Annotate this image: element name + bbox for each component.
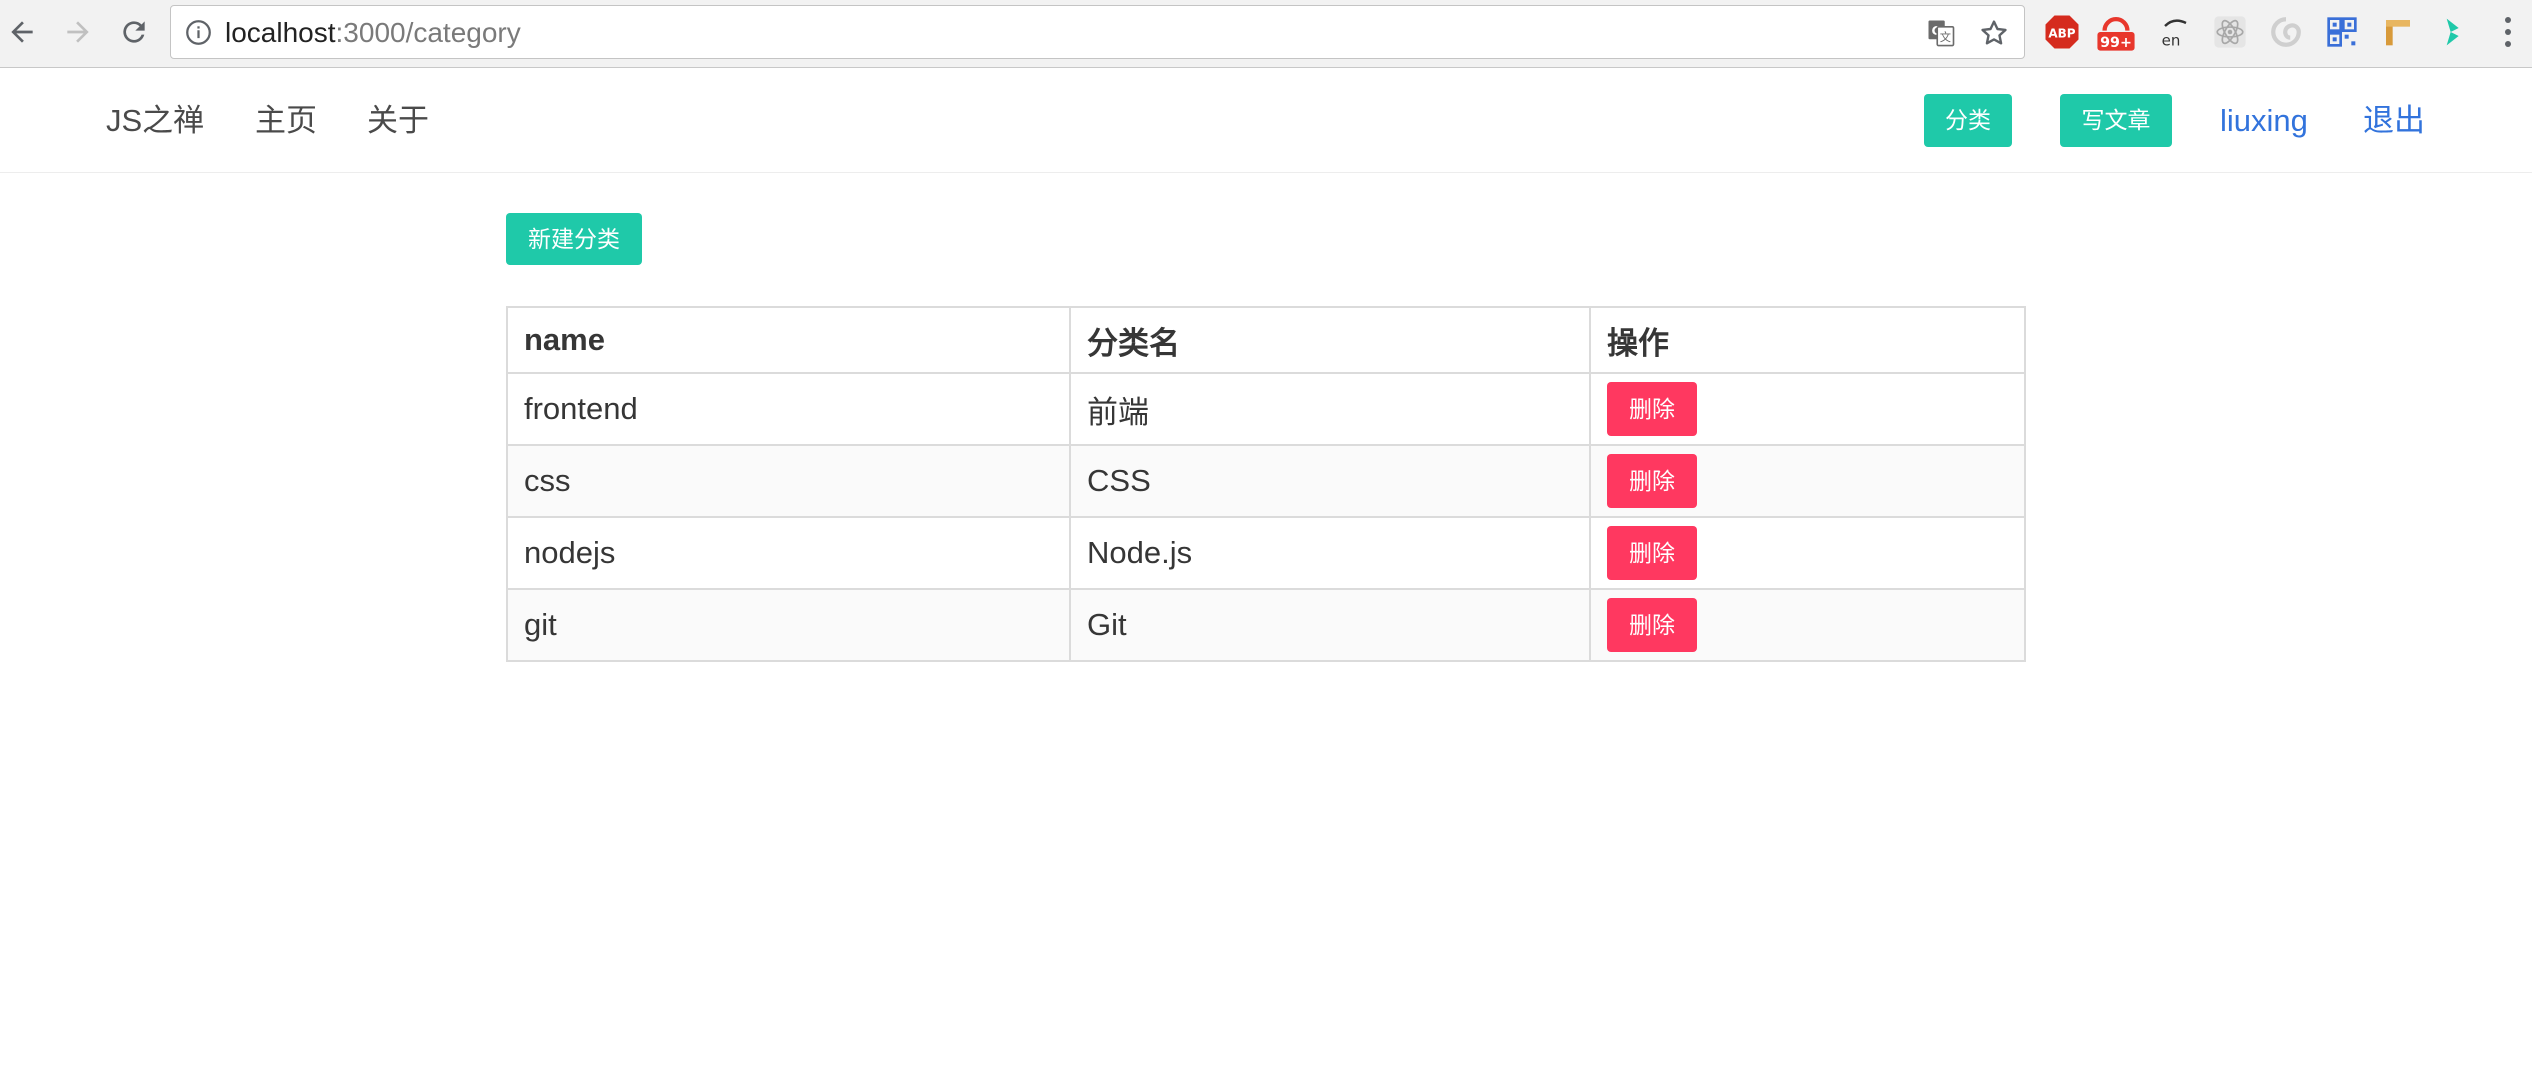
reload-icon (123, 21, 145, 43)
translate-en-icon[interactable]: en (2154, 12, 2194, 52)
delete-button[interactable]: 删除 (1607, 382, 1697, 436)
cell-name: nodejs (506, 516, 1071, 590)
delete-button[interactable]: 删除 (1607, 598, 1697, 652)
url-text[interactable]: localhost:3000/category (225, 6, 521, 60)
nav-link-home[interactable]: 主页 (255, 69, 317, 173)
address-bar[interactable]: localhost:3000/category G 文 (170, 5, 2025, 59)
cell-actions: 删除 (1589, 372, 2026, 446)
user-link[interactable]: liuxing (2220, 69, 2308, 173)
table-row: frontend 前端 删除 (506, 372, 2026, 446)
browser-toolbar: localhost:3000/category G 文 ABP 99+ en (0, 0, 2532, 68)
nav-link-about[interactable]: 关于 (367, 69, 429, 173)
cell-name: frontend (506, 372, 1071, 446)
cell-title: CSS (1069, 444, 1591, 518)
react-devtools-icon[interactable] (2210, 12, 2250, 52)
svg-text:en: en (2162, 32, 2181, 50)
url-path: :3000/category (335, 17, 521, 48)
back-button[interactable] (0, 10, 44, 54)
header-actions: 操作 (1589, 306, 2026, 374)
category-table: name 分类名 操作 frontend 前端 删除 css CSS 删除 no… (506, 306, 2026, 662)
url-host: localhost (225, 17, 336, 48)
bookmark-star-icon[interactable] (1978, 17, 2010, 49)
cell-title: Git (1069, 588, 1591, 662)
svg-text:99+: 99+ (2100, 35, 2132, 51)
arrow-left-icon (11, 21, 33, 43)
cell-name: git (506, 588, 1071, 662)
new-category-button[interactable]: 新建分类 (506, 213, 642, 265)
category-button[interactable]: 分类 (1924, 94, 2012, 147)
translate-icon[interactable]: G 文 (1926, 18, 1956, 48)
cell-title: 前端 (1069, 372, 1591, 446)
svg-text:文: 文 (1940, 30, 1951, 44)
table-row: css CSS 删除 (506, 444, 2026, 518)
cell-actions: 删除 (1589, 516, 2026, 590)
adblock-plus-icon[interactable]: ABP (2042, 12, 2082, 52)
browser-menu-icon[interactable] (2498, 12, 2518, 52)
cell-name: css (506, 444, 1071, 518)
arrow-right-icon (67, 21, 89, 43)
ruler-icon[interactable] (2378, 12, 2418, 52)
forward-button[interactable] (56, 10, 100, 54)
site-navbar: JS之禅 主页 关于 分类 写文章 liuxing 退出 (0, 69, 2532, 173)
info-icon[interactable] (185, 19, 212, 46)
write-article-button[interactable]: 写文章 (2060, 94, 2172, 147)
reload-button[interactable] (112, 10, 156, 54)
table-row: git Git 删除 (506, 588, 2026, 662)
header-name: name (506, 306, 1071, 374)
header-category-title: 分类名 (1069, 306, 1591, 374)
brand-link[interactable]: JS之禅 (106, 69, 204, 173)
cell-actions: 删除 (1589, 588, 2026, 662)
delete-button[interactable]: 删除 (1607, 526, 1697, 580)
qr-code-icon[interactable] (2322, 12, 2362, 52)
weibo-notify-icon[interactable]: 99+ (2096, 12, 2136, 52)
gray-swirl-icon[interactable] (2266, 12, 2306, 52)
table-row: nodejs Node.js 删除 (506, 516, 2026, 590)
logout-link[interactable]: 退出 (2363, 69, 2425, 173)
cell-title: Node.js (1069, 516, 1591, 590)
table-header-row: name 分类名 操作 (506, 306, 2026, 374)
svg-text:ABP: ABP (2048, 26, 2075, 40)
green-bolt-icon[interactable] (2432, 12, 2472, 52)
cell-actions: 删除 (1589, 444, 2026, 518)
delete-button[interactable]: 删除 (1607, 454, 1697, 508)
